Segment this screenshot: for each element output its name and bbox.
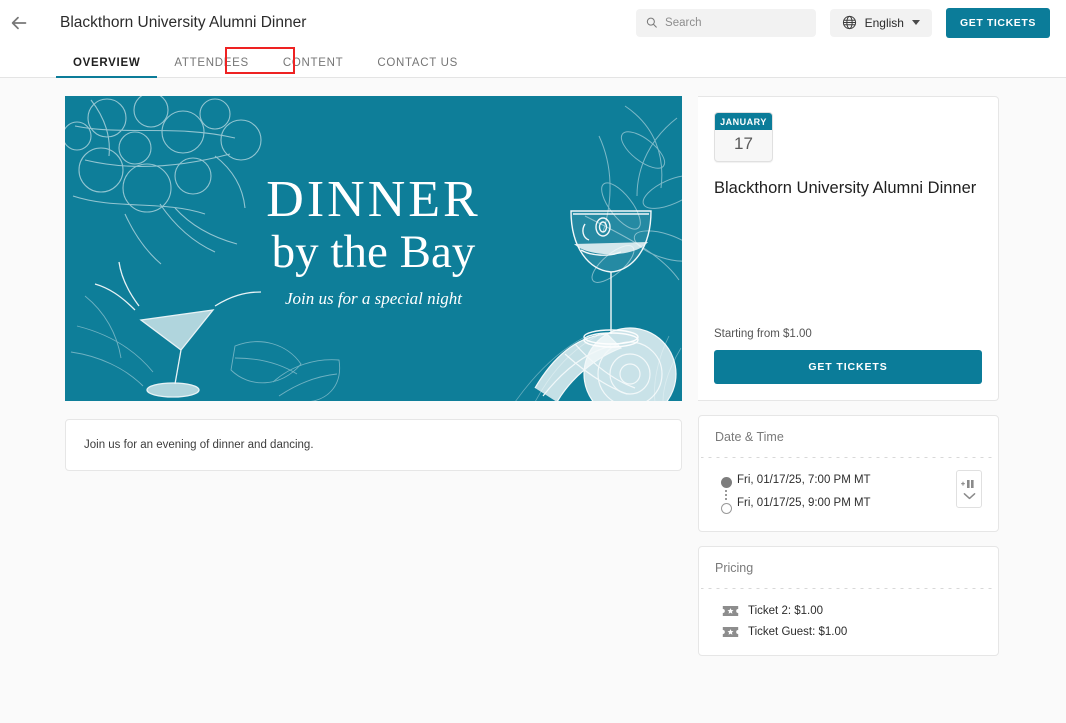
tab-bar: OVERVIEW ATTENDEES CONTENT CONTACT US	[0, 45, 1066, 78]
event-hero-banner: DINNER by the Bay Join us for a special …	[65, 96, 682, 401]
pricing-label: Ticket 2: $1.00	[748, 605, 824, 617]
pricing-row: Ticket 2: $1.00	[715, 605, 982, 617]
ticket-icon	[722, 606, 739, 616]
timeline-end-dot-icon	[720, 503, 732, 514]
timeline-start-dot-icon	[720, 477, 732, 488]
pricing-card-title: Pricing	[715, 561, 754, 575]
date-time-card: Date & Time Fri, 01/17/25, 7:00 PM MT Fr…	[698, 415, 999, 532]
date-time-row: Fri, 01/17/25, 7:00 PM MT Fri, 01/17/25,…	[715, 470, 982, 514]
language-selector[interactable]: English	[829, 8, 932, 37]
date-time-values: Fri, 01/17/25, 7:00 PM MT Fri, 01/17/25,…	[737, 474, 956, 509]
back-arrow-glyph	[11, 16, 27, 29]
event-summary-card: JANUARY 17 Blackthorn University Alumni …	[698, 96, 999, 401]
date-time-timeline	[715, 474, 737, 514]
main-content: DINNER by the Bay Join us for a special …	[0, 78, 1066, 656]
pricing-card-body: Ticket 2: $1.00 Ticket Guest: $1.00	[699, 589, 998, 655]
event-date-badge: JANUARY 17	[714, 112, 773, 162]
chevron-down-icon	[963, 492, 975, 499]
hero-decorative-artwork	[65, 96, 682, 401]
ticket-icon	[722, 627, 739, 637]
tab-contact-us[interactable]: CONTACT US	[360, 57, 475, 78]
tab-attendees[interactable]: ATTENDEES	[157, 57, 265, 78]
header-top-bar: Blackthorn University Alumni Dinner Engl…	[0, 0, 1066, 45]
tab-content[interactable]: CONTENT	[266, 57, 360, 78]
add-to-calendar-icon	[961, 479, 974, 488]
header-actions: English GET TICKETS	[635, 7, 1050, 38]
get-tickets-card-button[interactable]: GET TICKETS	[714, 350, 982, 384]
tab-overview[interactable]: OVERVIEW	[56, 57, 158, 78]
event-date-month: JANUARY	[715, 113, 772, 130]
search-icon	[646, 17, 657, 28]
pricing-row: Ticket Guest: $1.00	[715, 626, 982, 638]
starting-price-label: Starting from $1.00	[714, 328, 812, 340]
right-column: JANUARY 17 Blackthorn University Alumni …	[698, 96, 999, 656]
add-to-calendar-button[interactable]	[956, 470, 982, 508]
date-time-card-body: Fri, 01/17/25, 7:00 PM MT Fri, 01/17/25,…	[699, 458, 998, 531]
get-tickets-header-button[interactable]: GET TICKETS	[945, 7, 1050, 38]
timeline-connector-icon	[725, 490, 727, 501]
app-header: Blackthorn University Alumni Dinner Engl…	[0, 0, 1066, 78]
event-description-text: Join us for an evening of dinner and dan…	[84, 439, 314, 451]
event-description-card: Join us for an evening of dinner and dan…	[65, 419, 682, 471]
event-date-day: 17	[734, 134, 753, 153]
left-column: DINNER by the Bay Join us for a special …	[65, 96, 682, 656]
event-start-datetime: Fri, 01/17/25, 7:00 PM MT	[737, 474, 871, 486]
language-label: English	[864, 15, 904, 30]
pricing-label: Ticket Guest: $1.00	[748, 626, 848, 638]
event-title: Blackthorn University Alumni Dinner	[714, 179, 977, 197]
globe-icon	[842, 15, 856, 30]
page-title: Blackthorn University Alumni Dinner	[60, 13, 307, 31]
search-input[interactable]	[665, 16, 806, 29]
chevron-down-icon	[911, 20, 920, 25]
search-input-wrapper[interactable]	[635, 8, 816, 37]
event-end-datetime: Fri, 01/17/25, 9:00 PM MT	[737, 497, 871, 509]
date-time-card-title: Date & Time	[715, 430, 784, 444]
back-arrow-icon[interactable]	[6, 10, 32, 36]
pricing-card: Pricing Ticket 2: $1.00 Ticket Guest: $1…	[698, 546, 999, 656]
